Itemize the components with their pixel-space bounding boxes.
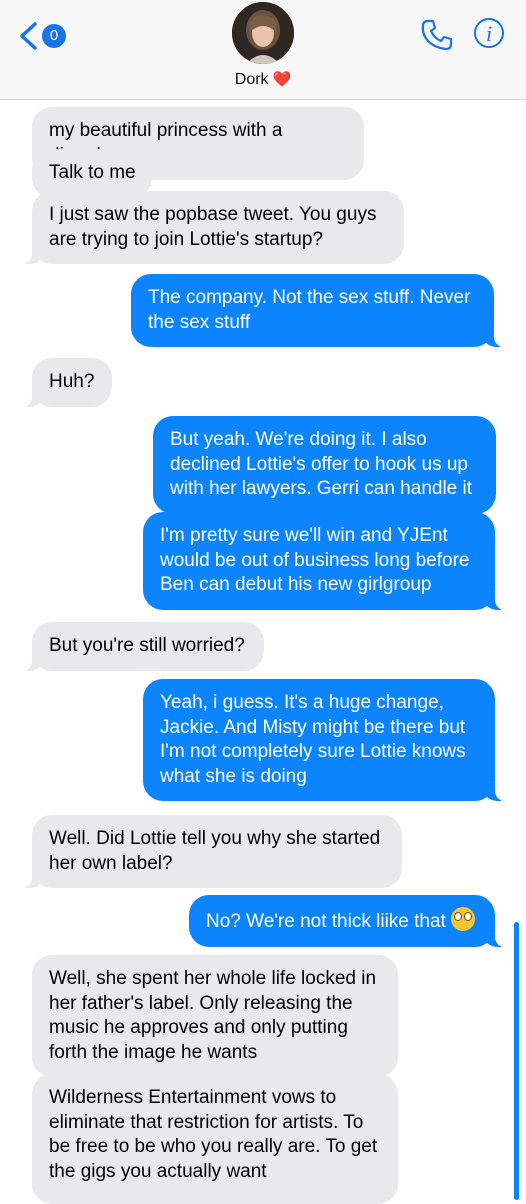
- outgoing-message: I'm pretty sure we'll win and YJEnt woul…: [143, 512, 507, 610]
- unread-count-badge: 0: [42, 24, 66, 48]
- incoming-message: Well. Did Lottie tell you why she starte…: [20, 815, 402, 888]
- incoming-message: Wilderness Entertainment vows to elimina…: [32, 1074, 398, 1204]
- incoming-message: Huh?: [20, 358, 112, 407]
- incoming-message: But you're still worried?: [20, 622, 264, 671]
- chevron-left-icon: [20, 22, 37, 50]
- outgoing-message: Yeah, i guess. It's a huge change, Jacki…: [143, 679, 507, 801]
- scrollbar[interactable]: [514, 922, 519, 1200]
- contact-name[interactable]: Dork ❤️: [0, 70, 526, 89]
- back-button[interactable]: 0: [18, 18, 78, 54]
- rolling-eyes-emoji: [451, 907, 476, 931]
- heart-emoji: ❤️: [272, 71, 292, 88]
- info-icon[interactable]: i: [474, 18, 504, 48]
- incoming-message: Well, she spent her whole life locked in…: [32, 955, 398, 1077]
- phone-icon[interactable]: [420, 18, 454, 52]
- contact-name-label: Dork: [234, 71, 269, 88]
- outgoing-message: The company. Not the sex stuff. Never th…: [131, 274, 506, 347]
- incoming-message: I just saw the popbase tweet. You guys a…: [20, 191, 404, 264]
- conversation-header: 0 Dork ❤️ i: [0, 0, 526, 100]
- outgoing-message: No? We're not thick liike that: [189, 895, 507, 947]
- outgoing-message: But yeah. We're doing it. I also decline…: [153, 416, 496, 514]
- avatar[interactable]: [232, 2, 294, 64]
